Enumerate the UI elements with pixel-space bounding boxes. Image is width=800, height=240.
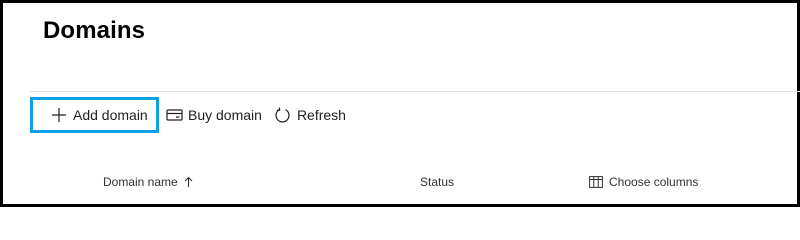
columns-icon <box>589 176 603 188</box>
buy-domain-button[interactable]: Buy domain <box>165 97 262 133</box>
command-bar: Add domain Buy domain Refresh <box>30 97 346 133</box>
refresh-label: Refresh <box>296 107 346 123</box>
column-header-domain-name[interactable]: Domain name <box>103 175 193 189</box>
column-header-label: Domain name <box>103 175 178 189</box>
column-header-label: Status <box>420 175 455 189</box>
refresh-icon <box>274 106 292 124</box>
header-divider <box>30 91 800 92</box>
refresh-button[interactable]: Refresh <box>274 97 346 133</box>
column-header-status[interactable]: Status <box>420 175 454 189</box>
buy-domain-label: Buy domain <box>188 107 262 123</box>
choose-columns-label: Choose columns <box>609 175 699 189</box>
add-domain-button[interactable]: Add domain <box>30 97 159 133</box>
choose-columns-button[interactable]: Choose columns <box>589 175 698 189</box>
arrow-up-icon <box>184 176 193 188</box>
plus-icon <box>50 106 68 124</box>
window-frame: Domains Add domain Buy domain Refresh Do… <box>0 0 800 207</box>
page-title: Domains <box>43 17 146 44</box>
add-domain-label: Add domain <box>73 107 148 123</box>
card-icon <box>165 106 183 124</box>
